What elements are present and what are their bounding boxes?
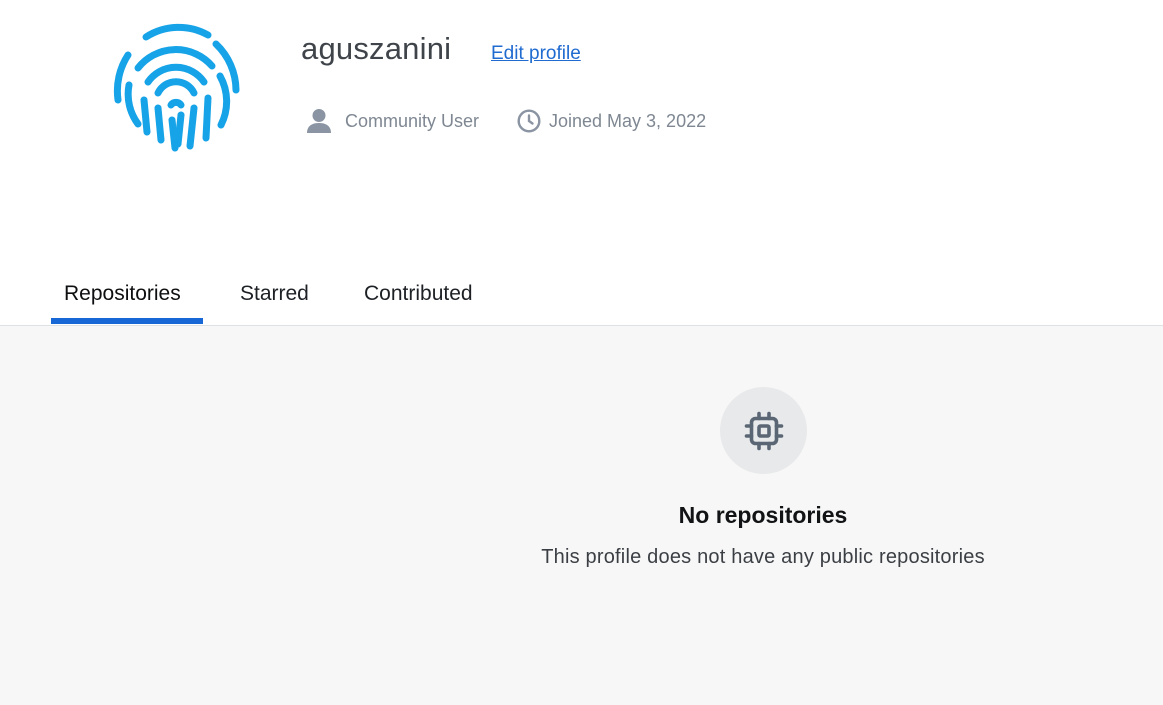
edit-profile-link[interactable]: Edit profile: [491, 43, 581, 65]
active-tab-indicator: [51, 318, 203, 324]
user-role: Community User: [304, 106, 479, 136]
profile-page: aguszanini Edit profile Community User J…: [0, 0, 1163, 705]
empty-state-description: This profile does not have any public re…: [541, 546, 985, 568]
empty-state-title: No repositories: [678, 502, 848, 528]
profile-tabs: Repositories Starred Contributed: [0, 270, 1163, 326]
join-date-label: Joined May 3, 2022: [549, 110, 707, 131]
tab-starred[interactable]: Starred: [240, 282, 309, 306]
repositories-panel: No repositories This profile does not ha…: [0, 326, 1163, 705]
tab-repositories[interactable]: Repositories: [64, 282, 181, 306]
clock-icon: [517, 109, 541, 133]
user-role-label: Community User: [345, 110, 480, 131]
join-date: Joined May 3, 2022: [516, 106, 706, 136]
user-icon: [307, 109, 331, 133]
chip-icon: [744, 411, 783, 450]
empty-state-badge: [720, 387, 807, 474]
username: aguszanini: [301, 31, 452, 66]
tab-contributed[interactable]: Contributed: [364, 282, 473, 306]
fingerprint-icon: [108, 20, 244, 156]
